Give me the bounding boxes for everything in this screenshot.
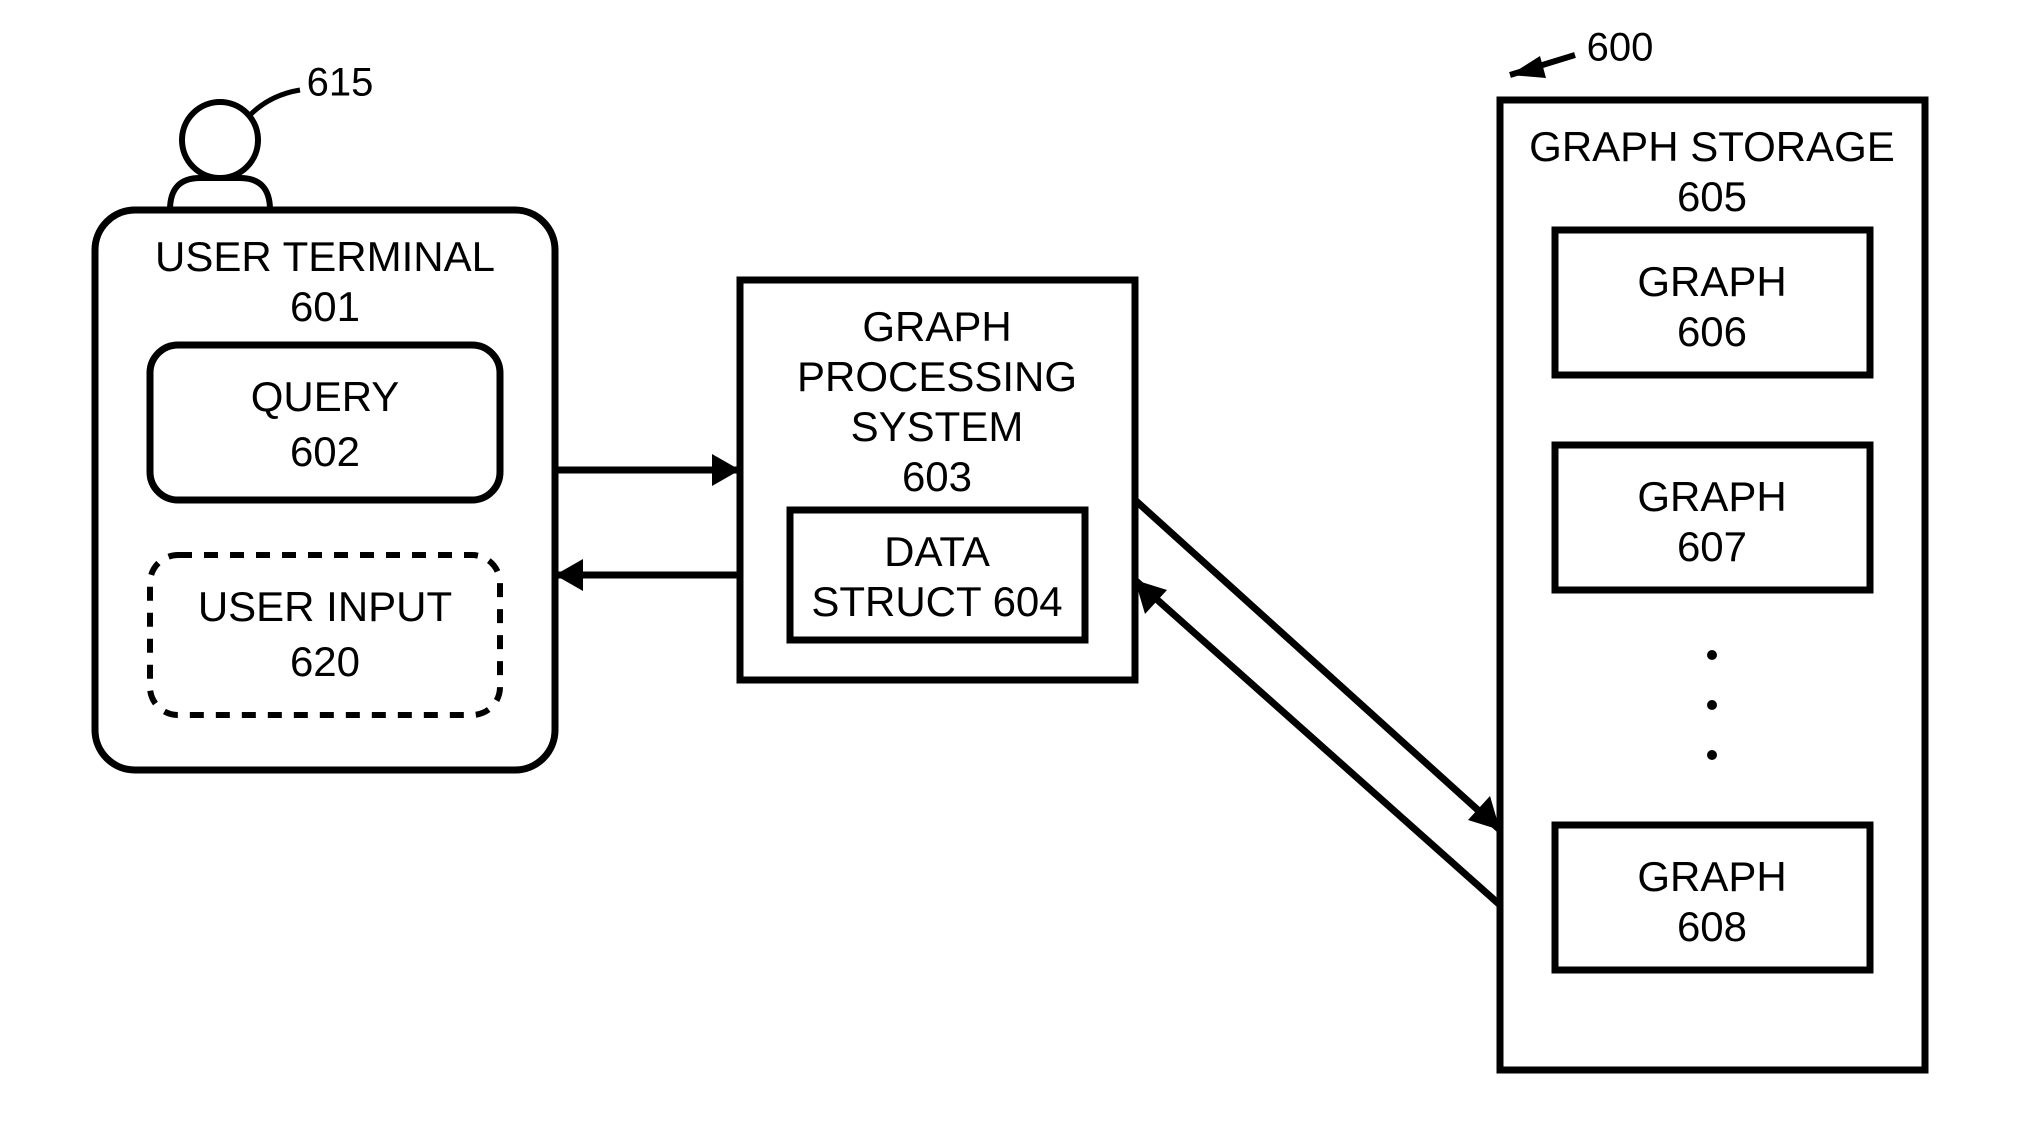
graph-606-box: GRAPH 606 <box>1555 230 1870 375</box>
graph-607-ref: 607 <box>1677 523 1747 570</box>
query-ref: 602 <box>290 428 360 475</box>
user-input-ref: 620 <box>290 638 360 685</box>
graph-ellipsis <box>1707 650 1717 760</box>
user-icon-ref: 615 <box>307 61 374 105</box>
graph-608-title: GRAPH <box>1637 853 1786 900</box>
user-input-box: USER INPUT 620 <box>150 555 500 715</box>
processing-ref: 603 <box>902 453 972 500</box>
figure-ref-label: 600 <box>1587 26 1654 70</box>
processing-line3: SYSTEM <box>851 403 1024 450</box>
graph-processing-box: GRAPH PROCESSING SYSTEM 603 DATA STRUCT … <box>740 280 1135 680</box>
data-struct-line1: DATA <box>884 528 990 575</box>
processing-line1: GRAPH <box>862 303 1011 350</box>
graph-storage-title: GRAPH STORAGE <box>1529 123 1895 170</box>
user-terminal-title: USER TERMINAL <box>155 233 495 280</box>
query-title: QUERY <box>251 373 400 420</box>
data-struct-box: DATA STRUCT 604 <box>790 510 1085 640</box>
user-terminal-ref: 601 <box>290 283 360 330</box>
user-input-title: USER INPUT <box>198 583 452 630</box>
graph-storage-ref: 605 <box>1677 173 1747 220</box>
graph-607-box: GRAPH 607 <box>1555 445 1870 590</box>
graph-608-box: GRAPH 608 <box>1555 825 1870 970</box>
user-terminal-box: USER TERMINAL 601 QUERY 602 USER INPUT 6… <box>95 210 555 770</box>
arrow-graph608-to-processing <box>1135 580 1500 905</box>
graph-storage-box: GRAPH STORAGE 605 GRAPH 606 GRAPH 607 GR… <box>1500 100 1925 1070</box>
arrow-processing-to-terminal <box>555 559 740 591</box>
graph-608-ref: 608 <box>1677 903 1747 950</box>
graph-606-title: GRAPH <box>1637 258 1786 305</box>
query-box: QUERY 602 <box>150 345 500 500</box>
figure-ref-arrow: 600 <box>1510 26 1653 78</box>
arrow-terminal-to-processing <box>555 454 740 486</box>
diagram-svg: 615 USER TERMINAL 601 QUERY 602 USER INP… <box>0 0 2035 1136</box>
graph-607-title: GRAPH <box>1637 473 1786 520</box>
processing-line2: PROCESSING <box>797 353 1077 400</box>
arrow-processing-to-graph608 <box>1135 500 1500 830</box>
graph-606-ref: 606 <box>1677 308 1747 355</box>
user-icon: 615 <box>170 61 373 210</box>
data-struct-line2: STRUCT 604 <box>811 578 1062 625</box>
